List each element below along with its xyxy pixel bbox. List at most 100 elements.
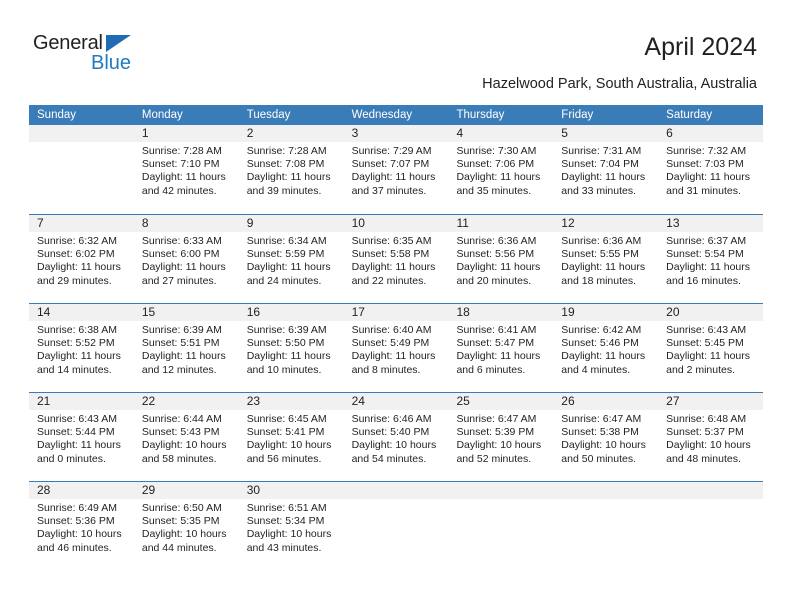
day-cell[interactable]: 5 Sunrise: 7:31 AM Sunset: 7:04 PM Daylight… <box>553 125 659 207</box>
day-details: Sunrise: 6:41 AM Sunset: 5:47 PM Daylight:… <box>448 321 553 377</box>
day-details: Sunrise: 6:38 AM Sunset: 5:52 PM Daylight:… <box>29 321 134 377</box>
day-number: 30 <box>238 482 344 499</box>
day-cell[interactable]: 8 Sunrise: 6:33 AM Sunset: 6:00 PM Daylight… <box>133 215 239 296</box>
day-sunrise-text: Sunrise: 6:42 AM <box>561 324 642 336</box>
day-sunrise-text: Sunrise: 7:29 AM <box>351 145 432 157</box>
day-sunrise-text: Sunrise: 6:32 AM <box>37 235 117 247</box>
day-sunset-text: Sunset: 5:41 PM <box>246 426 325 439</box>
day-cell[interactable]: 24 Sunrise: 6:46 AM Sunset: 5:40 PM Dayligh… <box>343 393 449 474</box>
day-cell[interactable]: 23 Sunrise: 6:45 AM Sunset: 5:41 PM Dayligh… <box>238 393 344 474</box>
logo-text-blue: Blue <box>91 52 132 74</box>
day-details: Sunrise: 6:32 AM Sunset: 6:02 PM Daylight:… <box>29 232 134 288</box>
weekday-header-row: Sunday Monday Tuesday Wednesday Thursday Frid… <box>29 105 763 125</box>
day-number: 4 <box>448 125 554 142</box>
day-details: Sunrise: 6:46 AM Sunset: 5:40 PM Daylight:… <box>344 410 449 466</box>
day-details <box>658 499 763 502</box>
day-number: 27 <box>658 393 764 410</box>
day-details <box>448 499 553 502</box>
day-daylight-text: Daylight: 11 hours <box>141 350 226 363</box>
day-daylight-text: Daylight: 10 hours <box>561 439 646 452</box>
day-cell[interactable]: 28 Sunrise: 6:49 AM Sunset: 5:36 PM Dayligh… <box>29 482 134 563</box>
day-sunset-text: Sunset: 5:45 PM <box>666 337 744 350</box>
day-daylight-cont-text: and 48 minutes. <box>666 452 741 465</box>
day-details: Sunrise: 6:43 AM Sunset: 5:44 PM Daylight:… <box>29 410 134 466</box>
day-details: Sunrise: 7:30 AM Sunset: 7:06 PM Daylight:… <box>448 142 553 198</box>
day-details: Sunrise: 6:49 AM Sunset: 5:36 PM Daylight:… <box>29 499 134 555</box>
day-daylight-text: Daylight: 11 hours <box>666 350 751 363</box>
day-number: 28 <box>29 482 134 499</box>
day-daylight-cont-text: and 50 minutes. <box>561 452 637 465</box>
calendar-week-row: 7 Sunrise: 6:32 AM Sunset: 6:02 PM Daylight… <box>29 214 764 296</box>
day-details <box>29 142 134 145</box>
weekday-header-sunday: Sunday <box>37 109 77 121</box>
day-sunset-text: Sunset: 5:51 PM <box>141 337 220 350</box>
day-cell[interactable]: 1 Sunrise: 7:28 AM Sunset: 7:10 PM Daylight… <box>133 125 239 207</box>
day-daylight-cont-text: and 56 minutes. <box>246 452 322 465</box>
day-cell[interactable]: 27 Sunrise: 6:48 AM Sunset: 5:37 PM Dayligh… <box>658 393 764 474</box>
day-cell[interactable]: 9 Sunrise: 6:34 AM Sunset: 5:59 PM Daylight… <box>238 215 344 296</box>
day-number: 29 <box>133 482 239 499</box>
day-cell[interactable]: 15 Sunrise: 6:39 AM Sunset: 5:51 PM Dayligh… <box>133 304 239 385</box>
day-daylight-text: Daylight: 10 hours <box>141 528 227 541</box>
day-cell[interactable]: 19 Sunrise: 6:42 AM Sunset: 5:46 PM Dayligh… <box>553 304 659 385</box>
day-daylight-text: Daylight: 11 hours <box>351 171 436 184</box>
day-cell[interactable]: 2 Sunrise: 7:28 AM Sunset: 7:08 PM Daylight… <box>238 125 344 207</box>
day-daylight-text: Daylight: 11 hours <box>246 171 331 184</box>
day-cell[interactable]: 29 Sunrise: 6:50 AM Sunset: 5:35 PM Dayligh… <box>133 482 239 563</box>
day-cell[interactable]: 26 Sunrise: 6:47 AM Sunset: 5:38 PM Dayligh… <box>553 393 659 474</box>
day-number: 6 <box>658 125 764 142</box>
day-daylight-text: Daylight: 11 hours <box>561 261 646 274</box>
day-daylight-cont-text: and 10 minutes. <box>246 363 322 376</box>
day-daylight-text: Daylight: 10 hours <box>351 439 437 452</box>
day-details: Sunrise: 6:35 AM Sunset: 5:58 PM Daylight:… <box>344 232 449 288</box>
day-number: 16 <box>238 304 344 321</box>
day-cell-empty[interactable] <box>448 482 554 563</box>
day-details: Sunrise: 6:47 AM Sunset: 5:38 PM Daylight:… <box>553 410 658 466</box>
day-cell[interactable]: 14 Sunrise: 6:38 AM Sunset: 5:52 PM Dayligh… <box>29 304 134 385</box>
day-number <box>29 125 134 142</box>
day-number: 5 <box>553 125 659 142</box>
logo-triangle-icon <box>106 35 131 52</box>
day-cell[interactable]: 21 Sunrise: 6:43 AM Sunset: 5:44 PM Dayligh… <box>29 393 134 474</box>
day-cell[interactable]: 11 Sunrise: 6:36 AM Sunset: 5:56 PM Dayligh… <box>448 215 554 296</box>
day-cell[interactable]: 13 Sunrise: 6:37 AM Sunset: 5:54 PM Dayligh… <box>658 215 764 296</box>
day-cell-empty[interactable] <box>343 482 449 563</box>
calendar-week-row: 21 Sunrise: 6:43 AM Sunset: 5:44 PM Dayligh… <box>29 392 764 474</box>
day-number: 1 <box>133 125 239 142</box>
day-cell[interactable]: 10 Sunrise: 6:35 AM Sunset: 5:58 PM Dayligh… <box>343 215 449 296</box>
day-details: Sunrise: 7:28 AM Sunset: 7:10 PM Daylight:… <box>134 142 239 198</box>
day-daylight-cont-text: and 18 minutes. <box>561 274 637 287</box>
day-cell[interactable]: 20 Sunrise: 6:43 AM Sunset: 5:45 PM Dayligh… <box>658 304 764 385</box>
day-cell-empty[interactable] <box>29 125 134 207</box>
day-cell[interactable]: 18 Sunrise: 6:41 AM Sunset: 5:47 PM Dayligh… <box>448 304 554 385</box>
day-cell[interactable]: 30 Sunrise: 6:51 AM Sunset: 5:34 PM Dayligh… <box>238 482 344 563</box>
day-cell[interactable]: 7 Sunrise: 6:32 AM Sunset: 6:02 PM Daylight… <box>29 215 134 296</box>
day-sunrise-text: Sunrise: 6:37 AM <box>666 235 747 247</box>
day-cell[interactable]: 22 Sunrise: 6:44 AM Sunset: 5:43 PM Dayligh… <box>133 393 239 474</box>
day-sunset-text: Sunset: 5:37 PM <box>666 426 744 439</box>
weekday-header-thursday: Thursday <box>456 109 505 121</box>
day-sunset-text: Sunset: 5:39 PM <box>456 426 535 439</box>
day-cell[interactable]: 6 Sunrise: 7:32 AM Sunset: 7:03 PM Daylight… <box>658 125 764 207</box>
day-cell[interactable]: 16 Sunrise: 6:39 AM Sunset: 5:50 PM Dayligh… <box>238 304 344 385</box>
day-daylight-cont-text: and 44 minutes. <box>141 541 217 554</box>
day-cell[interactable]: 4 Sunrise: 7:30 AM Sunset: 7:06 PM Daylight… <box>448 125 554 207</box>
day-daylight-text: Daylight: 11 hours <box>37 261 121 274</box>
day-cell-empty[interactable] <box>658 482 764 563</box>
day-cell-empty[interactable] <box>553 482 659 563</box>
weekday-header-tuesday: Tuesday <box>246 109 291 121</box>
day-daylight-text: Daylight: 11 hours <box>351 350 436 363</box>
day-number: 24 <box>343 393 449 410</box>
day-cell[interactable]: 3 Sunrise: 7:29 AM Sunset: 7:07 PM Daylight… <box>343 125 449 207</box>
day-cell[interactable]: 12 Sunrise: 6:36 AM Sunset: 5:55 PM Dayligh… <box>553 215 659 296</box>
day-daylight-text: Daylight: 11 hours <box>246 261 331 274</box>
day-daylight-cont-text: and 31 minutes. <box>666 184 741 197</box>
day-cell[interactable]: 17 Sunrise: 6:40 AM Sunset: 5:49 PM Dayligh… <box>343 304 449 385</box>
day-sunrise-text: Sunrise: 6:41 AM <box>456 324 537 336</box>
day-sunset-text: Sunset: 5:40 PM <box>351 426 430 439</box>
day-sunset-text: Sunset: 5:54 PM <box>666 248 744 261</box>
day-daylight-text: Daylight: 11 hours <box>456 171 541 184</box>
day-daylight-text: Daylight: 11 hours <box>351 261 436 274</box>
page-title: April 2024 <box>644 33 757 61</box>
day-cell[interactable]: 25 Sunrise: 6:47 AM Sunset: 5:39 PM Dayligh… <box>448 393 554 474</box>
